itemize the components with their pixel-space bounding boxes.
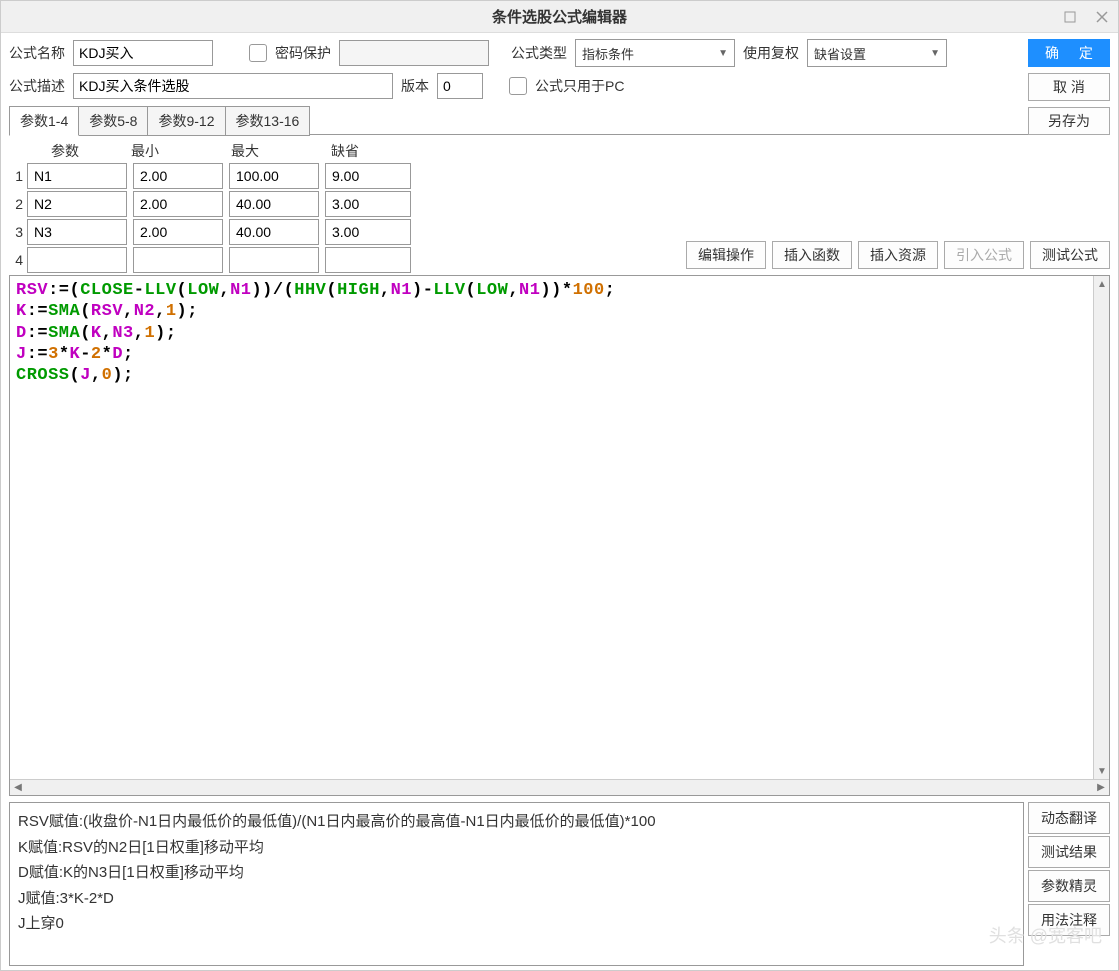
param-max-input[interactable] (229, 163, 319, 189)
use-adjust-select[interactable]: 缺省设置 ▼ (807, 39, 947, 67)
usage-note-button[interactable]: 用法注释 (1028, 904, 1110, 936)
param-min-input[interactable] (133, 191, 223, 217)
tab-params-13-16[interactable]: 参数13-16 (225, 106, 311, 136)
tab-params-1-4[interactable]: 参数1-4 (9, 106, 79, 136)
translation-line: D赋值:K的N3日[1日权重]移动平均 (18, 860, 1015, 886)
formula-type-select[interactable]: 指标条件 ▼ (575, 39, 735, 67)
code-editor[interactable]: RSV:=(CLOSE-LLV(LOW,N1))/(HHV(HIGH,N1)-L… (9, 275, 1110, 796)
param-index: 1 (9, 168, 27, 184)
titlebar: 条件选股公式编辑器 (1, 1, 1118, 33)
scroll-left-icon[interactable]: ◀ (10, 780, 26, 796)
translation-line: J上穿0 (18, 911, 1015, 937)
scroll-right-icon[interactable]: ▶ (1093, 780, 1109, 796)
chevron-down-icon: ▼ (930, 48, 940, 59)
formula-desc-label: 公式描述 (9, 76, 65, 96)
version-input[interactable] (437, 73, 483, 99)
param-name-input[interactable] (27, 163, 127, 189)
formula-type-label: 公式类型 (511, 43, 567, 63)
param-header-min: 最小 (131, 141, 231, 161)
formula-name-input[interactable] (73, 40, 213, 66)
param-tabs: 参数1-4 参数5-8 参数9-12 参数13-16 (9, 105, 1028, 135)
translation-line: J赋值:3*K-2*D (18, 886, 1015, 912)
use-adjust-label: 使用复权 (743, 43, 799, 63)
minimize-button[interactable] (1054, 1, 1086, 33)
horizontal-scrollbar[interactable]: ◀ ▶ (10, 779, 1109, 795)
use-adjust-value: 缺省设置 (814, 44, 866, 63)
translation-line: RSV赋值:(收盘价-N1日内最低价的最低值)/(N1日内最高价的最高值-N1日… (18, 809, 1015, 835)
param-name-input[interactable] (27, 191, 127, 217)
scroll-up-icon[interactable]: ▲ (1094, 276, 1110, 292)
formula-name-label: 公式名称 (9, 43, 65, 63)
insert-resource-button[interactable]: 插入资源 (858, 241, 938, 269)
cancel-button[interactable]: 取 消 (1028, 73, 1110, 101)
test-formula-button[interactable]: 测试公式 (1030, 241, 1110, 269)
password-protect-checkbox[interactable] (249, 44, 267, 62)
tab-params-5-8[interactable]: 参数5-8 (78, 106, 148, 136)
param-default-input[interactable] (325, 163, 411, 189)
version-label: 版本 (401, 76, 429, 96)
chevron-down-icon: ▼ (718, 48, 728, 59)
param-header-default: 缺省 (331, 141, 421, 161)
param-header-max: 最大 (231, 141, 331, 161)
pc-only-checkbox[interactable] (509, 77, 527, 95)
param-index: 2 (9, 196, 27, 212)
translation-line: K赋值:RSV的N2日[1日权重]移动平均 (18, 835, 1015, 861)
import-formula-button[interactable]: 引入公式 (944, 241, 1024, 269)
translation-panel: RSV赋值:(收盘价-N1日内最低价的最低值)/(N1日内最高价的最高值-N1日… (9, 802, 1024, 966)
test-result-button[interactable]: 测试结果 (1028, 836, 1110, 868)
formula-desc-input[interactable] (73, 73, 393, 99)
vertical-scrollbar[interactable]: ▲ ▼ (1093, 276, 1109, 779)
insert-function-button[interactable]: 插入函数 (772, 241, 852, 269)
pc-only-label: 公式只用于PC (535, 76, 624, 96)
ok-button[interactable]: 确 定 (1028, 39, 1110, 67)
formula-type-value: 指标条件 (582, 44, 634, 63)
param-wizard-button[interactable]: 参数精灵 (1028, 870, 1110, 902)
tab-params-9-12[interactable]: 参数9-12 (147, 106, 225, 136)
param-default-input[interactable] (325, 191, 411, 217)
param-min-input[interactable] (133, 163, 223, 189)
param-row: 1 (9, 163, 1028, 189)
param-row: 2 (9, 191, 1028, 217)
edit-operation-button[interactable]: 编辑操作 (686, 241, 766, 269)
dynamic-translate-button[interactable]: 动态翻译 (1028, 802, 1110, 834)
param-header-name: 参数 (31, 141, 131, 161)
param-max-input[interactable] (229, 191, 319, 217)
save-as-button[interactable]: 另存为 (1028, 107, 1110, 135)
formula-editor-window: 条件选股公式编辑器 公式名称 密码保护 公式类型 指标条件 (0, 0, 1119, 971)
param-index: 3 (9, 224, 27, 240)
password-protect-label: 密码保护 (275, 43, 331, 63)
close-button[interactable] (1086, 1, 1118, 33)
scroll-down-icon[interactable]: ▼ (1094, 763, 1110, 779)
password-input[interactable] (339, 40, 489, 66)
window-title: 条件选股公式编辑器 (492, 6, 627, 27)
